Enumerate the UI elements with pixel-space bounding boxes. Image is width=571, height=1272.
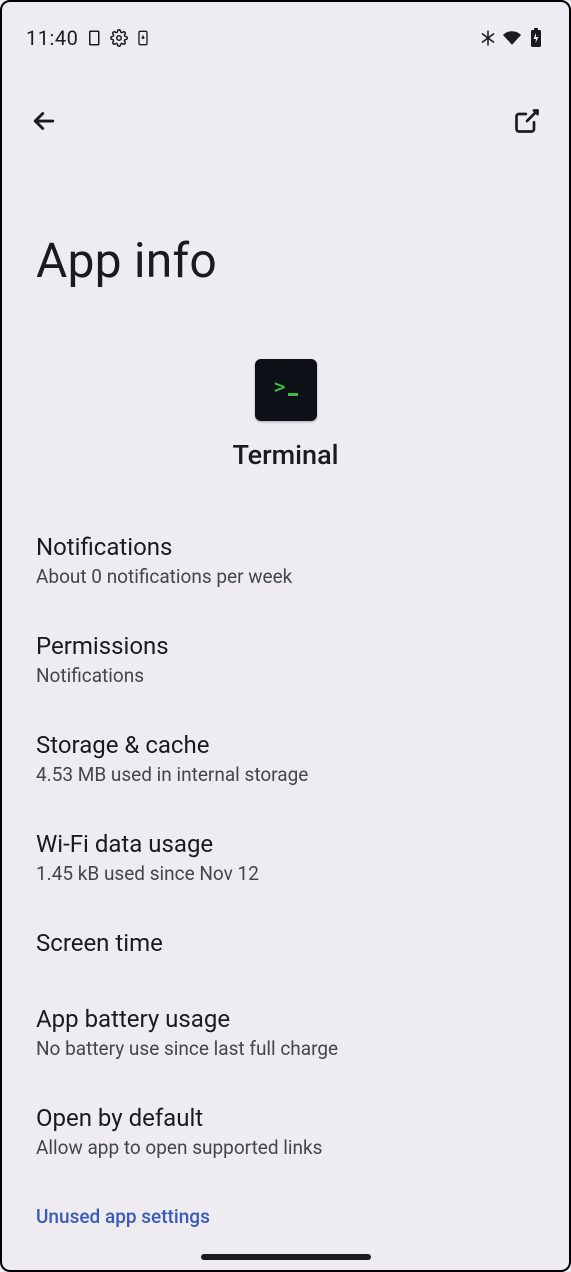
- update-icon: [134, 29, 152, 47]
- app-header: > Terminal: [2, 359, 569, 471]
- status-time: 11:40: [26, 26, 78, 50]
- app-icon: >: [255, 359, 317, 421]
- setting-sub: About 0 notifications per week: [36, 565, 535, 588]
- status-bar-right: [479, 29, 545, 47]
- setting-screen-time[interactable]: Screen time: [36, 907, 535, 983]
- setting-title: App battery usage: [36, 1005, 535, 1033]
- page-title: App info: [2, 152, 569, 309]
- setting-sub: 1.45 kB used since Nov 12: [36, 862, 535, 885]
- setting-sub: 4.53 MB used in internal storage: [36, 763, 535, 786]
- setting-title: Screen time: [36, 929, 535, 957]
- status-bar-left: 11:40: [26, 26, 152, 50]
- back-button[interactable]: [24, 102, 64, 142]
- setting-app-battery[interactable]: App battery usage No battery use since l…: [36, 983, 535, 1082]
- setting-sub: Allow app to open supported links: [36, 1136, 535, 1159]
- app-name: Terminal: [232, 439, 338, 471]
- setting-permissions[interactable]: Permissions Notifications: [36, 610, 535, 709]
- setting-title: Wi-Fi data usage: [36, 830, 535, 858]
- setting-title: Notifications: [36, 533, 535, 561]
- setting-sub: Notifications: [36, 664, 535, 687]
- setting-storage[interactable]: Storage & cache 4.53 MB used in internal…: [36, 709, 535, 808]
- settings-list: Notifications About 0 notifications per …: [2, 511, 569, 1228]
- gear-icon: [110, 29, 128, 47]
- screen-icon: [86, 29, 104, 47]
- setting-wifi-data[interactable]: Wi-Fi data usage 1.45 kB used since Nov …: [36, 808, 535, 907]
- setting-sub: No battery use since last full charge: [36, 1037, 535, 1060]
- section-unused-app-settings: Unused app settings: [36, 1181, 535, 1228]
- svg-text:>: >: [274, 376, 285, 398]
- setting-title: Open by default: [36, 1104, 535, 1132]
- setting-notifications[interactable]: Notifications About 0 notifications per …: [36, 511, 535, 610]
- snowflake-icon: [479, 29, 497, 47]
- setting-title: Storage & cache: [36, 731, 535, 759]
- top-bar: [2, 62, 569, 152]
- nav-handle[interactable]: [201, 1254, 371, 1260]
- setting-title: Permissions: [36, 632, 535, 660]
- battery-icon: [527, 29, 545, 47]
- arrow-left-icon: [29, 106, 59, 139]
- wifi-icon: [503, 29, 521, 47]
- status-bar: 11:40: [2, 2, 569, 62]
- open-external-button[interactable]: [507, 102, 547, 142]
- setting-open-by-default[interactable]: Open by default Allow app to open suppor…: [36, 1082, 535, 1181]
- external-link-icon: [513, 107, 541, 138]
